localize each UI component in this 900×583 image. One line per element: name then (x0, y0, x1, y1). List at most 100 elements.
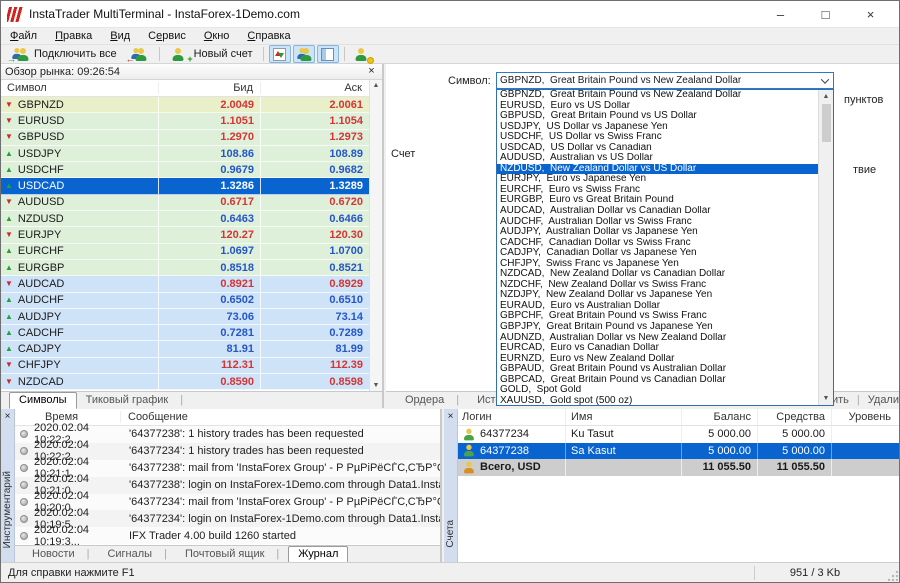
dropdown-option[interactable]: GOLD, Spot Gold (497, 385, 818, 396)
market-watch-row[interactable]: EURUSD 1.1051 1.1054 (1, 113, 369, 129)
account-settings-button[interactable] (350, 45, 376, 63)
dropdown-option[interactable]: NZDJPY, New Zealand Dollar vs Japanese Y… (497, 290, 818, 301)
dropdown-option[interactable]: NZDUSD, New Zealand Dollar vs US Dollar (497, 164, 818, 175)
dropdown-option[interactable]: NZDCHF, New Zealand Dollar vs Swiss Fran… (497, 280, 818, 291)
scrollbar-thumb[interactable] (822, 104, 831, 142)
new-account-button[interactable]: + Новый счет (165, 45, 258, 63)
dropdown-option[interactable]: USDCHF, US Dollar vs Swiss Franc (497, 132, 818, 143)
market-watch-tab[interactable]: Тиковый график (77, 393, 193, 408)
dropdown-option[interactable]: AUDUSD, Australian vs US Dollar (497, 153, 818, 164)
minimize-button[interactable]: – (758, 1, 803, 27)
dropdown-option[interactable]: CADJPY, Canadian Dollar vs Japanese Yen (497, 248, 818, 259)
dropdown-option[interactable]: AUDCAD, Australian Dollar vs Canadian Do… (497, 206, 818, 217)
market-watch-row[interactable]: CHFJPY 112.31 112.39 (1, 358, 369, 374)
menu-item[interactable]: Окно (195, 30, 239, 42)
market-watch-row[interactable]: NZDUSD 0.6463 0.6466 (1, 211, 369, 227)
market-watch-row[interactable]: CADCHF 0.7281 0.7289 (1, 325, 369, 341)
dropdown-scrollbar[interactable] (818, 90, 833, 405)
market-watch-row[interactable]: EURGBP 0.8518 0.8521 (1, 260, 369, 276)
toolbox-tab[interactable]: Журнал (288, 546, 348, 563)
market-watch-row[interactable]: AUDUSD 0.6717 0.6720 (1, 195, 369, 211)
column-ask[interactable]: Аск (261, 82, 369, 94)
market-watch-row[interactable]: EURCHF 1.0697 1.0700 (1, 244, 369, 260)
dropdown-option[interactable]: USDJPY, US Dollar vs Japanese Yen (497, 122, 818, 133)
dropdown-option[interactable]: EURCHF, Euro vs Swiss Franc (497, 185, 818, 196)
account-row[interactable]: 64377238 Sa Kasut 5 000.00 5 000.00 (458, 443, 899, 460)
close-icon[interactable] (365, 66, 378, 77)
scroll-up-icon[interactable] (373, 82, 380, 89)
dropdown-option[interactable]: EURNZD, Euro vs New Zealand Dollar (497, 354, 818, 365)
dropdown-option[interactable]: XAUUSD, Gold spot (500 oz) (497, 396, 818, 405)
market-watch-row[interactable]: EURJPY 120.27 120.30 (1, 227, 369, 243)
market-watch-row[interactable]: USDJPY 108.86 108.89 (1, 146, 369, 162)
column-name[interactable]: Имя (566, 409, 682, 425)
market-watch-row[interactable]: AUDCAD 0.8921 0.8929 (1, 276, 369, 292)
log-entry-icon (20, 464, 28, 472)
column-equity[interactable]: Средства (758, 409, 832, 425)
dropdown-option[interactable]: EURGBP, Euro vs Great Britain Pound (497, 195, 818, 206)
close-button[interactable]: × (848, 1, 893, 27)
market-watch-row[interactable]: AUDJPY 73.06 73.14 (1, 309, 369, 325)
maximize-button[interactable]: □ (803, 1, 848, 27)
column-symbol[interactable]: Символ (1, 82, 159, 94)
market-watch-row[interactable]: USDCAD 1.3286 1.3289 (1, 178, 369, 194)
dropdown-option[interactable]: AUDNZD, Australian Dollar vs New Zealand… (497, 333, 818, 344)
column-time[interactable]: Время (15, 411, 121, 423)
dropdown-option[interactable]: AUDJPY, Australian Dollar vs Japanese Ye… (497, 227, 818, 238)
dropdown-option[interactable]: CADCHF, Canadian Dollar vs Swiss Franc (497, 238, 818, 249)
menu-item[interactable]: Правка (46, 30, 101, 42)
menu-item[interactable]: Справка (238, 30, 299, 42)
toolbox-tab[interactable]: Новости (23, 547, 98, 562)
dropdown-option[interactable]: GBPJPY, Great Britain Pound vs Japanese … (497, 322, 818, 333)
dropdown-option[interactable]: GBPUSD, Great Britain Pound vs US Dollar (497, 111, 818, 122)
column-bid[interactable]: Бид (159, 82, 261, 94)
scroll-down-icon[interactable] (823, 395, 830, 402)
close-icon[interactable] (444, 411, 457, 422)
dropdown-option[interactable]: GBPCAD, Great Britain Pound vs Canadian … (497, 375, 818, 386)
market-watch-scrollbar[interactable] (369, 80, 382, 391)
dropdown-option[interactable]: EURUSD, Euro vs US Dollar (497, 101, 818, 112)
market-watch-row[interactable]: CADJPY 81.91 81.99 (1, 341, 369, 357)
symbol-combobox[interactable]: GBPNZD, Great Britain Pound vs New Zeala… (496, 72, 834, 89)
order-form-tab[interactable]: Ордера (396, 393, 468, 408)
dropdown-option[interactable]: GBPNZD, Great Britain Pound vs New Zeala… (497, 90, 818, 101)
toolbox-tab[interactable]: Сигналы (98, 547, 175, 562)
chevron-down-icon[interactable] (817, 78, 833, 84)
market-watch-row[interactable]: GBPNZD 2.0049 2.0061 (1, 97, 369, 113)
market-watch-row[interactable]: NZDCAD 0.8590 0.8598 (1, 374, 369, 390)
delete-button-fragment[interactable]: Удали (868, 394, 899, 406)
scroll-up-icon[interactable] (823, 93, 830, 100)
dropdown-option[interactable]: EURJPY, Euro vs Japanese Yen (497, 174, 818, 185)
dropdown-option[interactable]: NZDCAD, New Zealand Dollar vs Canadian D… (497, 269, 818, 280)
dropdown-option[interactable]: CHFJPY, Swiss Franc vs Japanese Yen (497, 259, 818, 270)
resize-grip-icon[interactable] (886, 569, 898, 581)
column-message[interactable]: Сообщение (121, 411, 440, 423)
market-watch-tab[interactable]: Символы (9, 392, 77, 409)
journal-row[interactable]: 2020.02.04 10:19:3... IFX Trader 4.00 bu… (15, 527, 440, 544)
menu-item[interactable]: Сервис (139, 30, 195, 42)
column-login[interactable]: Логин (458, 409, 566, 425)
toggle-toolbox-button[interactable] (317, 45, 339, 63)
dropdown-option[interactable]: AUDCHF, Australian Dollar vs Swiss Franc (497, 217, 818, 228)
dropdown-option[interactable]: EURAUD, Euro vs Australian Dollar (497, 301, 818, 312)
market-watch-row[interactable]: AUDCHF 0.6502 0.6510 (1, 293, 369, 309)
disconnect-all-button[interactable]: ← (124, 45, 154, 63)
column-balance[interactable]: Баланс (682, 409, 758, 425)
market-watch-row[interactable]: USDCHF 0.9679 0.9682 (1, 162, 369, 178)
market-watch-row[interactable]: GBPUSD 1.2970 1.2973 (1, 130, 369, 146)
dropdown-option[interactable]: EURCAD, Euro vs Canadian Dollar (497, 343, 818, 354)
menu-item[interactable]: Файл (1, 30, 46, 42)
toolbox-tab[interactable]: Почтовый ящик (176, 547, 288, 562)
toggle-market-watch-button[interactable] (269, 45, 291, 63)
account-row[interactable]: Всего, USD 11 055.50 11 055.50 (458, 459, 899, 476)
account-row[interactable]: 64377234 Ku Tasut 5 000.00 5 000.00 (458, 426, 899, 443)
column-level[interactable]: Уровень (832, 411, 899, 423)
toggle-accounts-button[interactable] (293, 45, 315, 63)
scroll-down-icon[interactable] (373, 382, 380, 389)
dropdown-option[interactable]: USDCAD, US Dollar vs Canadian (497, 143, 818, 154)
dropdown-option[interactable]: GBPAUD, Great Britain Pound vs Australia… (497, 364, 818, 375)
dropdown-option[interactable]: GBPCHF, Great Britain Pound vs Swiss Fra… (497, 311, 818, 322)
menu-item[interactable]: Вид (101, 30, 139, 42)
connect-all-button[interactable]: → Подключить все (5, 45, 122, 63)
close-icon[interactable] (1, 411, 14, 422)
